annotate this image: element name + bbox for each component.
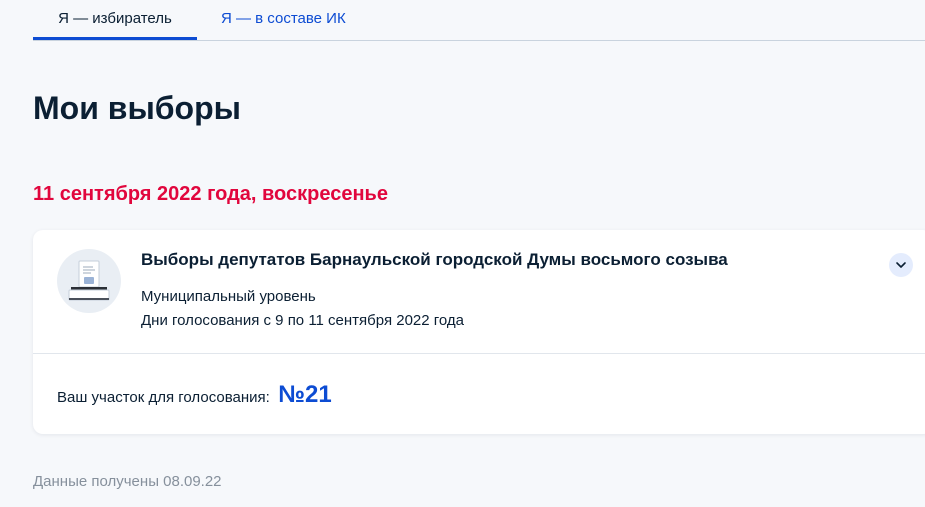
election-card: Выборы депутатов Барнаульской городской … — [33, 230, 925, 434]
precinct-number: №21 — [278, 381, 332, 408]
card-divider — [33, 353, 925, 354]
tab-voter[interactable]: Я — избиратель — [33, 0, 197, 40]
expand-button[interactable] — [889, 253, 913, 277]
tab-bar: Я — избиратель Я — в составе ИК — [33, 0, 925, 41]
precinct-label: Ваш участок для голосования: — [57, 389, 270, 406]
voting-days: Дни голосования с 9 по 11 сентября 2022 … — [141, 312, 465, 329]
precinct-info: Ваш участок для голосования: №21 — [57, 378, 332, 415]
ballot-box-icon — [57, 249, 121, 313]
chevron-down-icon — [896, 262, 906, 268]
data-received-note: Данные получены 08.09.22 — [33, 473, 222, 490]
election-date-heading: 11 сентября 2022 года, воскресенье — [33, 183, 388, 205]
tab-commission[interactable]: Я — в составе ИК — [221, 0, 346, 39]
election-title: Выборы депутатов Барнаульской городской … — [141, 250, 728, 269]
page-title: Мои выборы — [33, 90, 241, 126]
election-level: Муниципальный уровень — [141, 288, 316, 305]
